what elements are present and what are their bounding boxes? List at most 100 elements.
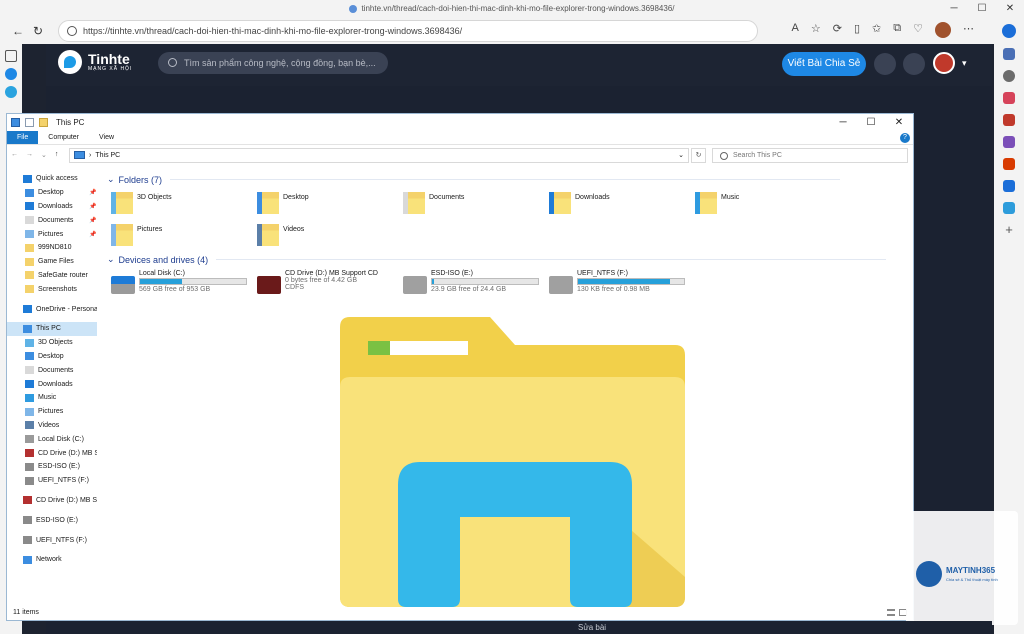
folder-item[interactable]: Music xyxy=(695,192,739,214)
read-aloud-icon[interactable]: A xyxy=(792,22,799,38)
nav-item-label: Videos xyxy=(38,421,60,429)
explorer-path-box[interactable]: › This PC ⌄ xyxy=(69,147,689,163)
minimize-icon[interactable]: ─ xyxy=(940,0,968,18)
maximize-icon[interactable]: ☐ xyxy=(968,0,996,18)
explorer-minimize-icon[interactable]: ─ xyxy=(829,114,857,131)
extension-icon[interactable]: ⟳ xyxy=(833,22,842,38)
explorer-maximize-icon[interactable]: ☐ xyxy=(857,114,885,131)
nav-item[interactable]: Local Disk (C:) xyxy=(7,432,97,446)
tag-icon[interactable] xyxy=(1003,92,1015,104)
recent-chevron-icon[interactable]: ⌄ xyxy=(41,151,47,159)
edit-post-link[interactable]: Sửa bài xyxy=(578,623,606,632)
explorer-close-icon[interactable]: ✕ xyxy=(885,114,913,131)
nav-item[interactable]: Music xyxy=(7,391,97,405)
explorer-search-input[interactable]: Search This PC xyxy=(712,147,908,163)
folder-item[interactable]: Pictures xyxy=(111,224,162,246)
nav-item-label: Pictures xyxy=(38,408,64,416)
drives-group-header[interactable]: ⌄ Devices and drives (4) xyxy=(107,254,886,265)
drive-item[interactable]: Local Disk (C:) 569 GB free of 953 GB xyxy=(111,270,247,294)
nav-item[interactable]: Pictures xyxy=(7,405,97,419)
nav-item[interactable]: Documents 📌 xyxy=(7,213,97,227)
nav-item[interactable]: Game Files xyxy=(7,255,97,269)
back-icon[interactable]: ← xyxy=(8,24,28,38)
drive-icon xyxy=(403,276,427,294)
address-bar[interactable]: https://tinhte.vn/thread/cach-doi-hien-t… xyxy=(58,20,758,42)
new-folder-icon[interactable] xyxy=(39,118,48,127)
site-search-input[interactable]: Tìm sản phẩm công nghệ, cộng đồng, bạn b… xyxy=(158,52,388,74)
favorite-star-icon[interactable]: ☆ xyxy=(811,22,821,38)
nav-item[interactable]: 999ND810 xyxy=(7,241,97,255)
tab-file[interactable]: File xyxy=(7,131,39,144)
mail-icon[interactable] xyxy=(874,53,896,75)
close-icon[interactable]: ✕ xyxy=(996,0,1024,18)
nav-item[interactable]: CD Drive (D:) MB Su xyxy=(7,446,97,460)
folder-item[interactable]: Videos xyxy=(257,224,304,246)
nav-item[interactable]: Downloads 📌 xyxy=(7,200,97,214)
help-icon[interactable]: ? xyxy=(900,133,910,143)
share-post-button[interactable]: Viết Bài Chia Sẻ xyxy=(782,52,866,76)
nav-item[interactable]: Downloads xyxy=(7,377,97,391)
up-arrow-icon[interactable]: ↑ xyxy=(55,151,59,159)
user-avatar[interactable] xyxy=(933,52,955,74)
messenger-icon[interactable] xyxy=(5,68,17,80)
games-icon[interactable] xyxy=(1003,136,1015,148)
site-logo[interactable]: Tinhte MẠNG XÃ HỘI xyxy=(58,50,132,74)
toolbox-icon[interactable] xyxy=(1003,114,1015,126)
notification-bell-icon[interactable] xyxy=(903,53,925,75)
drive-item[interactable]: CD Drive (D:) MB Support CD 0 bytes free … xyxy=(257,270,378,294)
nav-item[interactable]: SafeGate router xyxy=(7,269,97,283)
music-icon xyxy=(25,393,34,402)
explorer-refresh-icon[interactable]: ↻ xyxy=(691,147,706,163)
add-icon[interactable]: + xyxy=(1003,223,1015,236)
drive-item[interactable]: ESD-ISO (E:) 23.9 GB free of 24.4 GB xyxy=(403,270,539,294)
pc-small-icon[interactable] xyxy=(11,118,20,127)
collections-icon[interactable]: ⧉ xyxy=(893,22,901,38)
microsoft365-icon[interactable] xyxy=(1003,158,1015,170)
folder-item[interactable]: Desktop xyxy=(257,192,309,214)
back-arrow-icon[interactable]: ← xyxy=(11,151,18,159)
drive-item[interactable]: UEFI_NTFS (F:) 130 KB free of 0.98 MB xyxy=(549,270,685,294)
nav-item[interactable]: CD Drive (D:) MB Sup xyxy=(7,494,97,508)
search-icon[interactable] xyxy=(1003,70,1015,82)
nav-item[interactable]: Videos xyxy=(7,419,97,433)
forward-arrow-icon[interactable]: → xyxy=(26,151,33,159)
path-dropdown-icon[interactable]: ⌄ xyxy=(678,151,684,159)
drop-icon[interactable] xyxy=(1003,202,1015,214)
profile-avatar[interactable] xyxy=(935,22,951,38)
folder-item[interactable]: Documents xyxy=(403,192,464,214)
nav-item[interactable]: This PC xyxy=(7,321,97,336)
nav-item[interactable]: Pictures 📌 xyxy=(7,227,97,241)
nav-item[interactable]: UEFI_NTFS (F:) xyxy=(7,533,97,547)
folder-item[interactable]: Downloads xyxy=(549,192,610,214)
more-icon[interactable]: ⋯ xyxy=(963,22,974,38)
nav-item[interactable]: ESD-ISO (E:) xyxy=(7,513,97,527)
performance-icon[interactable]: ♡ xyxy=(913,22,923,38)
telegram-icon[interactable] xyxy=(5,86,17,98)
outlook-icon[interactable] xyxy=(1003,180,1015,192)
details-view-icon[interactable] xyxy=(887,609,895,616)
bell-icon[interactable] xyxy=(1003,48,1015,60)
windows-disk-icon xyxy=(111,276,135,294)
chevron-down-icon[interactable]: ▾ xyxy=(962,58,967,69)
nav-item[interactable]: Quick access xyxy=(7,172,97,186)
nav-item[interactable]: 3D Objects xyxy=(7,336,97,350)
nav-item[interactable]: Screenshots xyxy=(7,282,97,296)
refresh-icon[interactable]: ↻ xyxy=(28,24,48,38)
split-screen-icon[interactable]: ▯ xyxy=(854,22,860,38)
nav-item[interactable]: Desktop 📌 xyxy=(7,186,97,200)
nav-item[interactable]: Network xyxy=(7,553,97,567)
favorites-icon[interactable]: ✩ xyxy=(872,22,881,38)
bing-icon[interactable] xyxy=(1002,24,1016,38)
properties-icon[interactable] xyxy=(25,118,34,127)
nav-item[interactable]: UEFI_NTFS (F:) xyxy=(7,474,97,488)
nav-item[interactable]: Documents xyxy=(7,363,97,377)
nav-item[interactable]: OneDrive - Personal xyxy=(7,302,97,316)
tab-view[interactable]: View xyxy=(89,131,124,144)
tab-computer[interactable]: Computer xyxy=(38,131,89,144)
nav-item[interactable]: Desktop xyxy=(7,350,97,364)
tab-actions-icon[interactable] xyxy=(5,50,17,62)
maytinh365-logo-icon xyxy=(916,561,942,587)
nav-item[interactable]: ESD-ISO (E:) xyxy=(7,460,97,474)
folders-group-header[interactable]: ⌄ Folders (7) xyxy=(107,174,840,185)
folder-item[interactable]: 3D Objects xyxy=(111,192,172,214)
